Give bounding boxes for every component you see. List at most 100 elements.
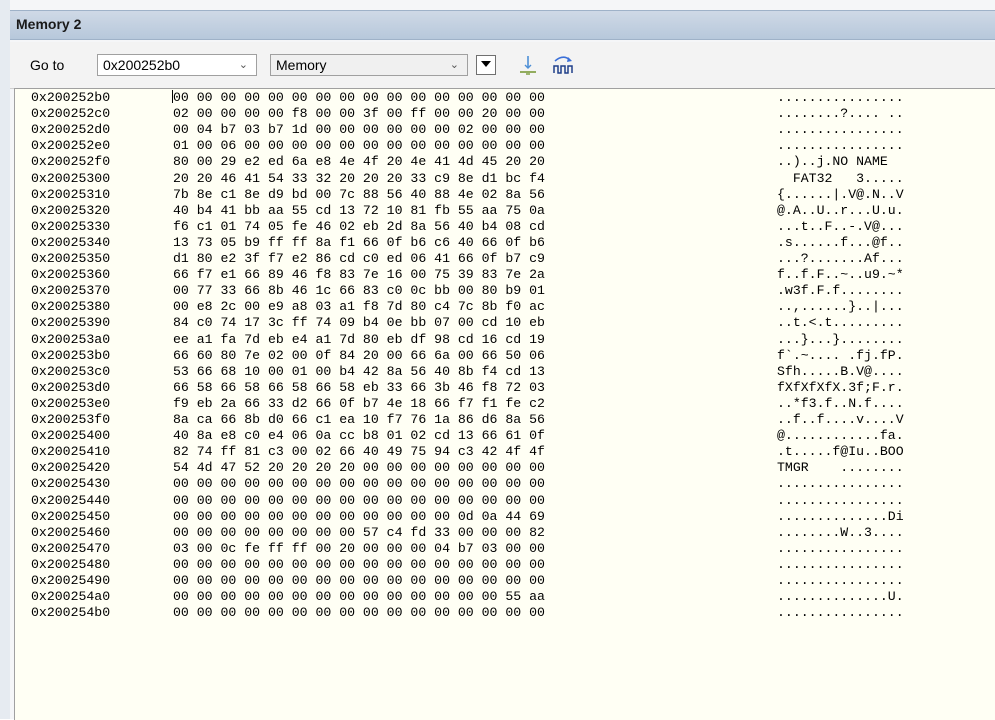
memory-address: 0x20025310 (31, 186, 111, 202)
memory-hex-bytes[interactable]: 8a ca 66 8b d0 66 c1 ea 10 f7 76 1a 86 d… (173, 413, 545, 426)
memory-hex-bytes[interactable]: 00 00 00 00 00 00 00 00 00 00 00 00 00 0… (173, 574, 545, 587)
memory-address: 0x20025400 (31, 428, 111, 444)
memory-ascii[interactable]: .s......f...@f.. (777, 236, 904, 249)
memory-hex-bytes[interactable]: 66 60 80 7e 02 00 0f 84 20 00 66 6a 00 6… (173, 348, 545, 361)
memory-ascii[interactable]: ..f..f....v....V (777, 413, 904, 426)
memory-ascii[interactable]: ...?.......Af... (777, 252, 904, 265)
memory-hex-bytes[interactable]: 00 00 00 00 00 00 00 00 00 00 00 00 00 0… (173, 606, 545, 619)
memory-address: 0x200253d0 (31, 379, 111, 395)
address-combobox[interactable]: 0x200252b0 ⌄ (97, 54, 257, 76)
memory-address: 0x200253c0 (31, 363, 111, 379)
memory-address: 0x20025330 (31, 218, 111, 234)
memory-address: 0x20025490 (31, 573, 111, 588)
memory-address: 0x20025470 (31, 540, 111, 556)
memory-ascii[interactable]: fXfXfXfX.3f;F.r. (777, 381, 904, 394)
memory-ascii[interactable]: ................ (777, 558, 904, 571)
memory-ascii[interactable]: ...}...}........ (777, 332, 904, 345)
memory-hex-bytes[interactable]: 00 e8 2c 00 e9 a8 03 a1 f8 7d 80 c4 7c 8… (173, 300, 545, 313)
window-titlebar[interactable]: Memory 2 (10, 10, 995, 40)
memory-ascii[interactable]: ................ (777, 606, 904, 619)
memory-address: 0x200252b0 (31, 90, 111, 105)
memory-hex-bytes[interactable]: 82 74 ff 81 c3 00 02 66 40 49 75 94 c3 4… (173, 445, 545, 458)
memory-hex-bytes[interactable]: 7b 8e c1 8e d9 bd 00 7c 88 56 40 88 4e 0… (173, 187, 545, 200)
memory-ascii[interactable]: ..............Di (777, 509, 904, 522)
memory-ascii[interactable]: .t.....f@Iu..BOO (777, 445, 904, 458)
memory-hex-bytes[interactable]: 00 77 33 66 8b 46 1c 66 83 c0 0c bb 00 8… (173, 284, 545, 297)
memory-address: 0x20025460 (31, 524, 111, 540)
toolbar: Go to 0x200252b0 ⌄ Memory ⌄ (10, 42, 995, 89)
memory-hex-bytes[interactable]: d1 80 e2 3f f7 e2 86 cd c0 ed 06 41 66 0… (173, 252, 545, 265)
memory-address: 0x20025380 (31, 299, 111, 315)
memory-ascii[interactable]: ................ (777, 91, 904, 104)
memory-hex-bytes[interactable]: 00 00 00 00 00 00 00 00 00 00 00 00 00 0… (173, 558, 545, 571)
memory-type-value: Memory (276, 57, 327, 73)
chevron-down-icon[interactable]: ⌄ (239, 58, 248, 71)
chevron-down-icon[interactable]: ⌄ (450, 58, 459, 71)
memory-ascii[interactable]: ........W..3.... (777, 526, 904, 539)
memory-address: 0x20025340 (31, 234, 111, 250)
memory-ascii[interactable]: ..,......}..|... (777, 300, 904, 313)
memory-address: 0x200254a0 (31, 589, 111, 605)
memory-ascii[interactable]: {......|.V@.N..V (777, 187, 904, 200)
memory-address: 0x20025440 (31, 492, 111, 508)
memory-hex-bytes[interactable]: f9 eb 2a 66 33 d2 66 0f b7 4e 18 66 f7 f… (173, 397, 545, 410)
memory-hex-bytes[interactable]: 00 04 b7 03 b7 1d 00 00 00 00 00 00 02 0… (173, 123, 545, 136)
memory-ascii[interactable]: ................ (777, 574, 904, 587)
memory-ascii[interactable]: ................ (777, 542, 904, 555)
memory-address: 0x200253a0 (31, 331, 111, 347)
memory-hex-bytes[interactable]: 00 00 00 00 00 00 00 00 00 00 00 00 0d 0… (173, 509, 545, 522)
memory-hex-bytes[interactable]: 00 00 00 00 00 00 00 00 57 c4 fd 33 00 0… (173, 526, 545, 539)
memory-hex-bytes[interactable]: 80 00 29 e2 ed 6a e8 4e 4f 20 4e 41 4d 4… (173, 155, 545, 168)
memory-hex-bytes[interactable]: 00 00 00 00 00 00 00 00 00 00 00 00 00 0… (173, 477, 545, 490)
memory-hex-bytes[interactable]: ee a1 fa 7d eb e4 a1 7d 80 eb df 98 cd 1… (173, 332, 545, 345)
memory-hex-view[interactable]: 0x200252b0 00 00 00 00 00 00 00 00 00 00 … (14, 88, 995, 720)
memory-address: 0x20025410 (31, 444, 111, 460)
memory-ascii[interactable]: ..............U. (777, 590, 904, 603)
memory-hex-bytes[interactable]: 03 00 0c fe ff ff 00 20 00 00 00 04 b7 0… (173, 542, 545, 555)
memory-ascii[interactable]: ................ (777, 123, 904, 136)
memory-address: 0x200253f0 (31, 412, 111, 427)
memory-ascii[interactable]: @.A..U..r...U.u. (777, 204, 904, 217)
memory-hex-bytes[interactable]: 66 f7 e1 66 89 46 f8 83 7e 16 00 75 39 8… (173, 268, 545, 281)
memory-ascii[interactable]: @............fa. (777, 429, 904, 442)
memory-hex-bytes[interactable]: 00 00 00 00 00 00 00 00 00 00 00 00 00 0… (173, 590, 545, 603)
memory-ascii[interactable]: ........?.... .. (777, 107, 904, 120)
memory-ascii[interactable]: f`.~.... .fj.fP. (777, 348, 904, 361)
memory-type-combobox[interactable]: Memory ⌄ (270, 54, 468, 76)
memory-ascii[interactable]: f..f.F..~..u9.~* (777, 268, 904, 281)
memory-hex-bytes[interactable]: 00 00 00 00 00 00 00 00 00 00 00 00 00 0… (173, 91, 545, 104)
memory-ascii[interactable]: ...t..F..-.V@... (777, 220, 904, 233)
memory-address: 0x200253b0 (31, 347, 111, 363)
memory-hex-bytes[interactable]: 01 00 06 00 00 00 00 00 00 00 00 00 00 0… (173, 139, 545, 152)
memory-address: 0x20025390 (31, 315, 111, 331)
memory-hex-bytes[interactable]: 13 73 05 b9 ff ff 8a f1 66 0f b6 c6 40 6… (173, 236, 545, 249)
memory-hex-bytes[interactable]: 40 8a e8 c0 e4 06 0a cc b8 01 02 cd 13 6… (173, 429, 545, 442)
address-value: 0x200252b0 (103, 57, 181, 73)
trace-marker-icon[interactable] (516, 53, 540, 77)
memory-address: 0x20025420 (31, 460, 111, 476)
memory-address: 0x200252f0 (31, 154, 111, 170)
memory-hex-bytes[interactable]: 00 00 00 00 00 00 00 00 00 00 00 00 00 0… (173, 493, 545, 506)
memory-hex-bytes[interactable]: f6 c1 01 74 05 fe 46 02 eb 2d 8a 56 40 b… (173, 220, 545, 233)
refresh-bits-icon[interactable] (551, 53, 575, 77)
memory-ascii[interactable]: ................ (777, 139, 904, 152)
memory-ascii[interactable]: Sfh.....B.V@.... (777, 365, 904, 378)
memory-address: 0x200253e0 (31, 395, 111, 411)
options-dropdown-button[interactable] (476, 55, 496, 75)
memory-ascii[interactable]: TMGR ........ (777, 461, 904, 474)
memory-ascii[interactable]: ..*f3.f..N.f.... (777, 397, 904, 410)
memory-ascii[interactable]: ................ (777, 477, 904, 490)
memory-address: 0x200252e0 (31, 138, 111, 154)
memory-ascii[interactable]: .w3f.F.f........ (777, 284, 904, 297)
memory-hex-bytes[interactable]: 54 4d 47 52 20 20 20 20 00 00 00 00 00 0… (173, 461, 545, 474)
memory-hex-bytes[interactable]: 53 66 68 10 00 01 00 b4 42 8a 56 40 8b f… (173, 365, 545, 378)
memory-hex-bytes[interactable]: 02 00 00 00 00 f8 00 00 3f 00 ff 00 00 2… (173, 107, 545, 120)
memory-hex-bytes[interactable]: 66 58 66 58 66 58 66 58 eb 33 66 3b 46 f… (173, 381, 545, 394)
memory-ascii[interactable]: FAT32 3..... (777, 171, 904, 184)
memory-hex-bytes[interactable]: 20 20 46 41 54 33 32 20 20 20 33 c9 8e d… (173, 171, 545, 184)
memory-hex-bytes[interactable]: 40 b4 41 bb aa 55 cd 13 72 10 81 fb 55 a… (173, 204, 545, 217)
memory-ascii[interactable]: ..t.<.t......... (777, 316, 904, 329)
memory-ascii[interactable]: ..)..j.NO NAME (777, 155, 904, 168)
memory-ascii[interactable]: ................ (777, 493, 904, 506)
memory-hex-bytes[interactable]: 84 c0 74 17 3c ff 74 09 b4 0e bb 07 00 c… (173, 316, 545, 329)
